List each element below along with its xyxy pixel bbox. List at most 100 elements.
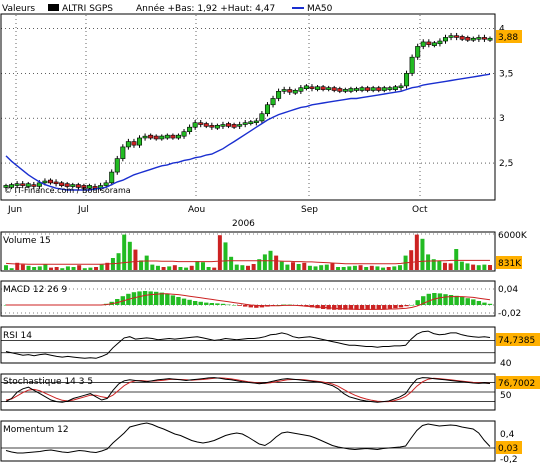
macd-bar: [226, 304, 231, 306]
header-name: ALTRI SGPS: [62, 4, 113, 14]
volume-bar: [133, 249, 138, 270]
price-candle: [309, 86, 315, 89]
volume-bar: [43, 264, 48, 270]
volume-bar: [99, 264, 104, 270]
rsi-title: RSI 14: [3, 331, 32, 341]
volume-bar: [352, 265, 357, 270]
volume-bar: [313, 266, 318, 270]
volume-bar: [454, 249, 459, 270]
stock-chart: Valeurs ALTRI SGPS Année +Bas: 1,92 +Hau…: [0, 3, 540, 463]
price-candle: [426, 41, 432, 45]
price-x-tick: Jun: [7, 205, 22, 215]
price-candle: [42, 180, 48, 184]
macd-bar: [215, 303, 220, 305]
price-candle: [198, 122, 204, 125]
price-candle: [264, 104, 270, 115]
price-candle: [370, 87, 376, 91]
price-candle: [231, 124, 237, 128]
volume-bar: [167, 266, 172, 270]
volume-bar: [88, 267, 93, 270]
macd-bar: [209, 303, 215, 305]
stoch-badge-text: 76,7002: [498, 379, 535, 389]
macd-bar: [465, 298, 470, 305]
volume-bar: [488, 265, 492, 270]
momentum-tick-bottom: -0,2: [500, 455, 518, 463]
volume-bar: [341, 267, 346, 270]
price-candle: [214, 124, 220, 129]
volume-bar: [139, 260, 144, 270]
macd-bar: [437, 293, 443, 305]
price-x-tick: Aou: [188, 205, 205, 215]
macd-title: MACD 12 26 9: [3, 285, 67, 295]
volume-bar: [127, 241, 132, 270]
macd-bar: [376, 305, 381, 310]
macd-bar: [137, 291, 142, 305]
price-candle: [476, 37, 482, 40]
macd-bar: [332, 305, 337, 310]
volume-bar: [189, 265, 194, 270]
rsi-badge-text: 74,7385: [498, 336, 535, 346]
price-candle: [348, 88, 354, 92]
price-x-tick: Oct: [412, 205, 428, 215]
price-candle: [392, 86, 398, 90]
price-candle: [242, 122, 248, 125]
volume-bar: [291, 262, 296, 270]
last-value-text: 3,88: [498, 33, 518, 43]
momentum-title: Momentum 12: [3, 425, 69, 435]
volume-bar: [285, 264, 290, 270]
volume-bar: [32, 267, 37, 270]
price-x-ticks: Jun Jul Aou Sep Oct: [7, 205, 428, 215]
volume-bar: [471, 264, 476, 270]
year-label: 2006: [232, 219, 255, 229]
price-candle: [109, 171, 115, 184]
volume-bar: [150, 264, 155, 270]
price-candle: [315, 86, 321, 90]
volume-bar: [20, 264, 25, 270]
volume-bar: [240, 265, 245, 270]
volume-bar: [302, 262, 307, 270]
price-candle: [276, 90, 282, 99]
price-candle: [454, 35, 460, 38]
price-candle: [181, 131, 187, 137]
volume-bar: [347, 266, 352, 270]
volume-bar: [206, 267, 211, 270]
volume-bar: [426, 254, 431, 270]
volume-bar: [409, 250, 414, 270]
price-candle: [142, 135, 148, 139]
price-y-tick: 3,5: [499, 69, 513, 79]
price-candle: [175, 134, 181, 139]
volume-bar: [178, 267, 183, 270]
price-candle: [281, 89, 287, 92]
volume-bar: [375, 266, 380, 270]
macd-bar: [487, 303, 493, 305]
volume-bar: [319, 265, 324, 270]
volume-top-tick: 6000K: [498, 231, 528, 241]
price-candle: [131, 141, 137, 146]
macd-tick-top: 0,04: [498, 285, 518, 295]
volume-bar: [448, 263, 453, 270]
price-candle: [381, 87, 387, 91]
price-candle: [120, 146, 126, 159]
volume-bar: [77, 265, 82, 270]
volume-bar: [336, 267, 341, 270]
price-candle: [164, 134, 170, 139]
price-candle: [148, 134, 154, 139]
stoch-tick: 50: [500, 391, 512, 401]
volume-bar: [217, 235, 222, 270]
price-candle: [292, 89, 298, 94]
rsi-panel: RSI 14 74,7385 40: [0, 326, 540, 369]
price-y-ticks: 43,532,5: [499, 24, 513, 169]
volume-bar: [161, 267, 166, 270]
price-candle: [415, 46, 421, 58]
macd-bar: [148, 291, 153, 305]
momentum-tick-top: 0,4: [500, 430, 515, 440]
volume-bar: [262, 254, 267, 270]
price-candle: [320, 86, 326, 90]
macd-bar: [459, 297, 465, 305]
price-candle: [125, 141, 131, 148]
macd-bar: [243, 305, 248, 307]
volume-bar: [155, 265, 160, 270]
macd-bar: [443, 294, 448, 305]
header-swatch-price: [48, 4, 59, 11]
macd-bar: [404, 305, 409, 307]
